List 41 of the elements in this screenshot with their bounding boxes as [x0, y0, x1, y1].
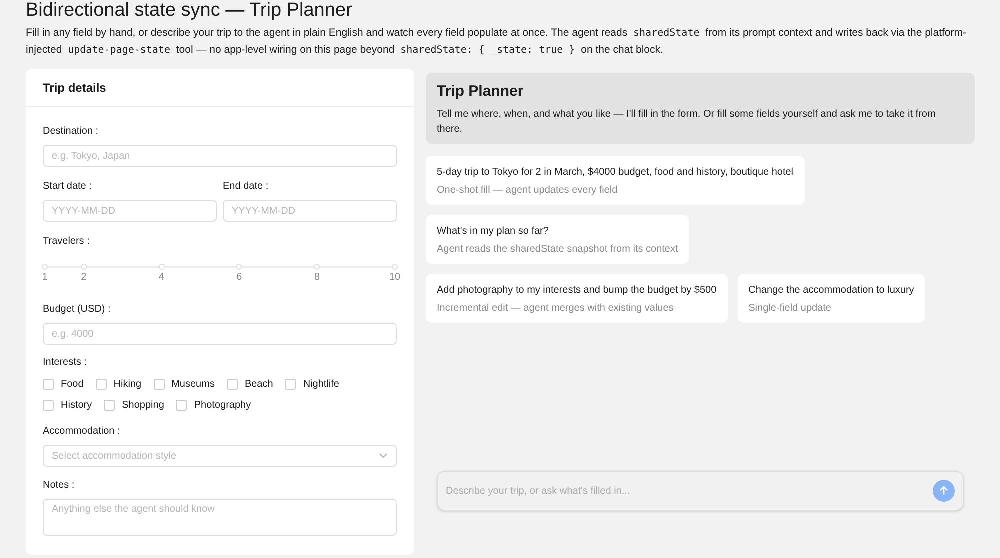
suggestion-card[interactable]: 5-day trip to Tokyo for 2 in March, $4000 budget, food and history, boutique hotel One-shot fill — agent updates every field [426, 156, 805, 205]
interest-checkbox[interactable]: Beach [226, 377, 274, 392]
date-field[interactable]: YYYY-MM-DD [43, 200, 217, 222]
field-label: Destination : [43, 126, 100, 138]
page-title: Bidirectional state sync — Trip Planner [26, 1, 352, 20]
chat-composer[interactable]: Describe your trip, or ask what's filled in... [437, 471, 964, 511]
notes-field[interactable]: Anything else the agent should know [43, 499, 397, 536]
tick-label: 6 [236, 272, 242, 284]
tick-label: 8 [314, 272, 320, 284]
interest-checkbox[interactable]: Nightlife [285, 377, 340, 392]
suggestion-card[interactable]: What's in my plan so far? Agent reads the sharedState snapshot from its context [426, 215, 690, 264]
interest-checkbox[interactable]: Food [43, 377, 84, 392]
interest-checkbox[interactable]: Photography [176, 398, 252, 413]
chevron-down-icon [379, 453, 388, 459]
intro-paragraph: Fill in any field by hand, or describe your trip to the agent in plain English and watch every field populate at once. The agent reads sharedState from its prompt context and writes back via the platform- injected update-page-state tool — no app-level wiring on this page beyond sharedState: { _state: true } on the chat block. [26, 26, 968, 58]
destination-field[interactable]: e.g. Tokyo, Japan [43, 145, 397, 167]
interest-checkbox[interactable]: Shopping [104, 398, 164, 413]
field-label: End date : [223, 181, 270, 193]
send-button[interactable] [933, 480, 955, 502]
tick-label: 1 [42, 272, 48, 284]
suggestion-card[interactable]: Add photography to my interests and bump the budget by $500 Incremental edit — agent merges with existing values [426, 274, 728, 323]
arrow-up-icon [939, 486, 949, 496]
tick-label: 10 [389, 272, 401, 284]
interest-checkbox[interactable]: Museums [154, 377, 215, 392]
field-label: Start date : [43, 181, 93, 193]
card-title: Trip details [43, 80, 106, 96]
field-label: Notes : [43, 480, 76, 492]
interest-checkbox[interactable]: Hiking [96, 377, 142, 392]
welcome-message: Tell me where, when, and what you like — I'll fill in the form. Or fill some fields yourself and ask me to take it from there. [437, 108, 937, 137]
field-label: Interests : [43, 357, 88, 369]
field-label: Accommodation : [43, 426, 122, 438]
interest-checkbox[interactable]: History [43, 398, 92, 413]
suggestion-card[interactable]: Change the accommodation to luxury Single-field update [738, 274, 926, 323]
field-label: Travelers : [43, 236, 91, 248]
field-label: Budget (USD) : [43, 304, 112, 316]
date-field[interactable]: YYYY-MM-DD [223, 200, 397, 222]
chat-input[interactable]: Describe your trip, or ask what's filled in... [446, 476, 933, 506]
tick-label: 2 [81, 272, 87, 284]
budget-field[interactable]: e.g. 4000 [43, 323, 397, 345]
chat-title: Trip Planner [437, 83, 525, 101]
tick-label: 4 [158, 272, 164, 284]
